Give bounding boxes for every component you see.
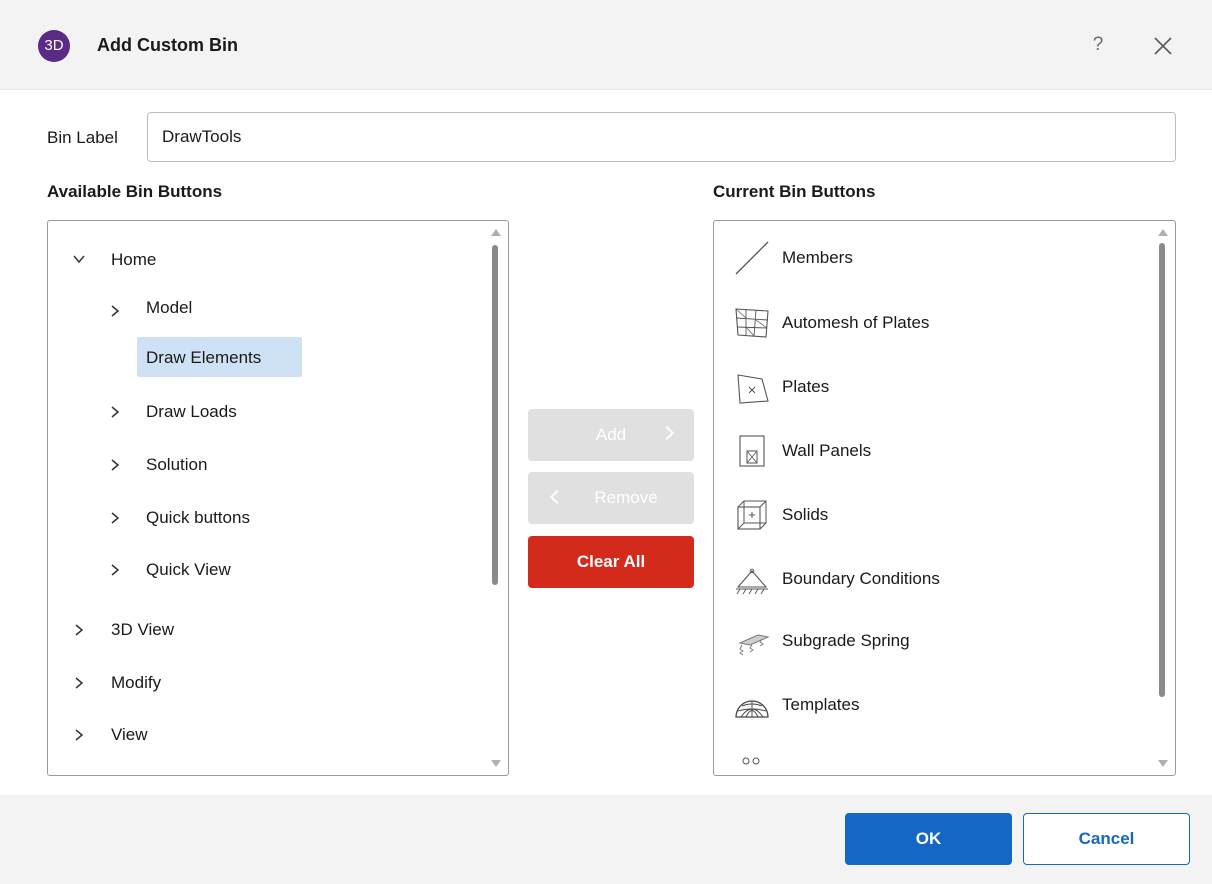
- chevron-left-icon: [549, 489, 565, 505]
- list-item[interactable]: Members: [714, 238, 1154, 278]
- scroll-thumb[interactable]: [1159, 243, 1165, 697]
- available-header: Available Bin Buttons: [47, 182, 223, 201]
- tree-item-quick-view[interactable]: Quick View: [146, 560, 231, 580]
- chevron-right-icon[interactable]: [72, 676, 86, 690]
- list-item[interactable]: Templates: [714, 685, 1154, 725]
- cancel-button[interactable]: Cancel: [1023, 813, 1190, 865]
- automesh-icon: [735, 308, 769, 338]
- circles-icon: [742, 757, 760, 765]
- remove-button-label: Remove: [594, 488, 658, 507]
- current-header: Current Bin Buttons: [713, 182, 876, 201]
- scroll-down-arrow-icon[interactable]: [1158, 760, 1168, 767]
- bin-label-caption: Bin Label: [47, 128, 118, 147]
- tree-item-modify[interactable]: Modify: [111, 673, 161, 693]
- tree-item-model[interactable]: Model: [146, 298, 192, 318]
- list-item-label: Subgrade Spring: [782, 631, 910, 650]
- solid-cube-icon: [737, 500, 767, 530]
- plate-icon: [737, 374, 769, 404]
- list-item[interactable]: Subgrade Spring: [714, 621, 1154, 661]
- chevron-right-icon[interactable]: [108, 511, 122, 525]
- subgrade-spring-icon: [738, 634, 770, 656]
- member-line-icon: [735, 241, 769, 275]
- help-button[interactable]: ?: [1086, 30, 1110, 60]
- add-button[interactable]: Add: [528, 409, 694, 461]
- chevron-right-icon[interactable]: [108, 405, 122, 419]
- current-scrollbar[interactable]: [1153, 221, 1175, 775]
- available-scrollbar[interactable]: [486, 221, 508, 775]
- tree-item-draw-elements[interactable]: Draw Elements: [146, 348, 261, 368]
- list-item-label: Wall Panels: [782, 441, 872, 460]
- chevron-right-icon: [659, 425, 675, 441]
- tree-item-3d-view[interactable]: 3D View: [111, 620, 174, 640]
- list-item-partial[interactable]: [714, 749, 1154, 775]
- boundary-support-icon: [736, 568, 768, 595]
- chevron-right-icon[interactable]: [108, 458, 122, 472]
- tree-item-view[interactable]: View: [111, 725, 148, 745]
- scroll-thumb[interactable]: [492, 245, 498, 585]
- list-item-label: Members: [782, 248, 853, 267]
- list-item[interactable]: Wall Panels: [714, 431, 1154, 471]
- title-bar: 3D Add Custom Bin ?: [0, 0, 1212, 90]
- list-item[interactable]: Automesh of Plates: [714, 303, 1154, 343]
- current-list[interactable]: Members Automesh of Plates Plates Wall P…: [713, 220, 1176, 776]
- available-tree[interactable]: Home Model Draw Elements Draw Loads Solu…: [47, 220, 509, 776]
- wall-panel-icon: [739, 435, 765, 467]
- chevron-down-icon[interactable]: [72, 252, 86, 266]
- list-item-label: Templates: [782, 695, 860, 714]
- list-item[interactable]: Plates: [714, 367, 1154, 407]
- list-item-label: Automesh of Plates: [782, 313, 930, 332]
- remove-button[interactable]: Remove: [528, 472, 694, 524]
- dialog-title: Add Custom Bin: [97, 35, 238, 55]
- tree-item-solution[interactable]: Solution: [146, 455, 207, 475]
- chevron-right-icon[interactable]: [108, 304, 122, 318]
- scroll-up-arrow-icon[interactable]: [491, 229, 501, 236]
- list-item[interactable]: Boundary Conditions: [714, 559, 1154, 599]
- list-item-label: Boundary Conditions: [782, 569, 940, 588]
- chevron-right-icon[interactable]: [108, 563, 122, 577]
- close-icon[interactable]: [1149, 32, 1177, 60]
- add-button-label: Add: [595, 425, 627, 444]
- tree-item-home[interactable]: Home: [111, 250, 156, 270]
- app-logo: 3D: [38, 30, 70, 62]
- chevron-right-icon[interactable]: [72, 728, 86, 742]
- scroll-down-arrow-icon[interactable]: [491, 760, 501, 767]
- bin-label-input[interactable]: [147, 112, 1176, 162]
- tree-item-draw-loads[interactable]: Draw Loads: [146, 402, 237, 422]
- list-item-label: Solids: [782, 505, 829, 524]
- list-item[interactable]: Solids: [714, 495, 1154, 535]
- scroll-up-arrow-icon[interactable]: [1158, 229, 1168, 236]
- chevron-right-icon[interactable]: [72, 623, 86, 637]
- ok-button[interactable]: OK: [845, 813, 1012, 865]
- tree-item-quick-buttons[interactable]: Quick buttons: [146, 508, 250, 528]
- template-dome-icon: [735, 700, 769, 718]
- list-item-label: Plates: [782, 377, 830, 396]
- clear-all-button[interactable]: Clear All: [528, 536, 694, 588]
